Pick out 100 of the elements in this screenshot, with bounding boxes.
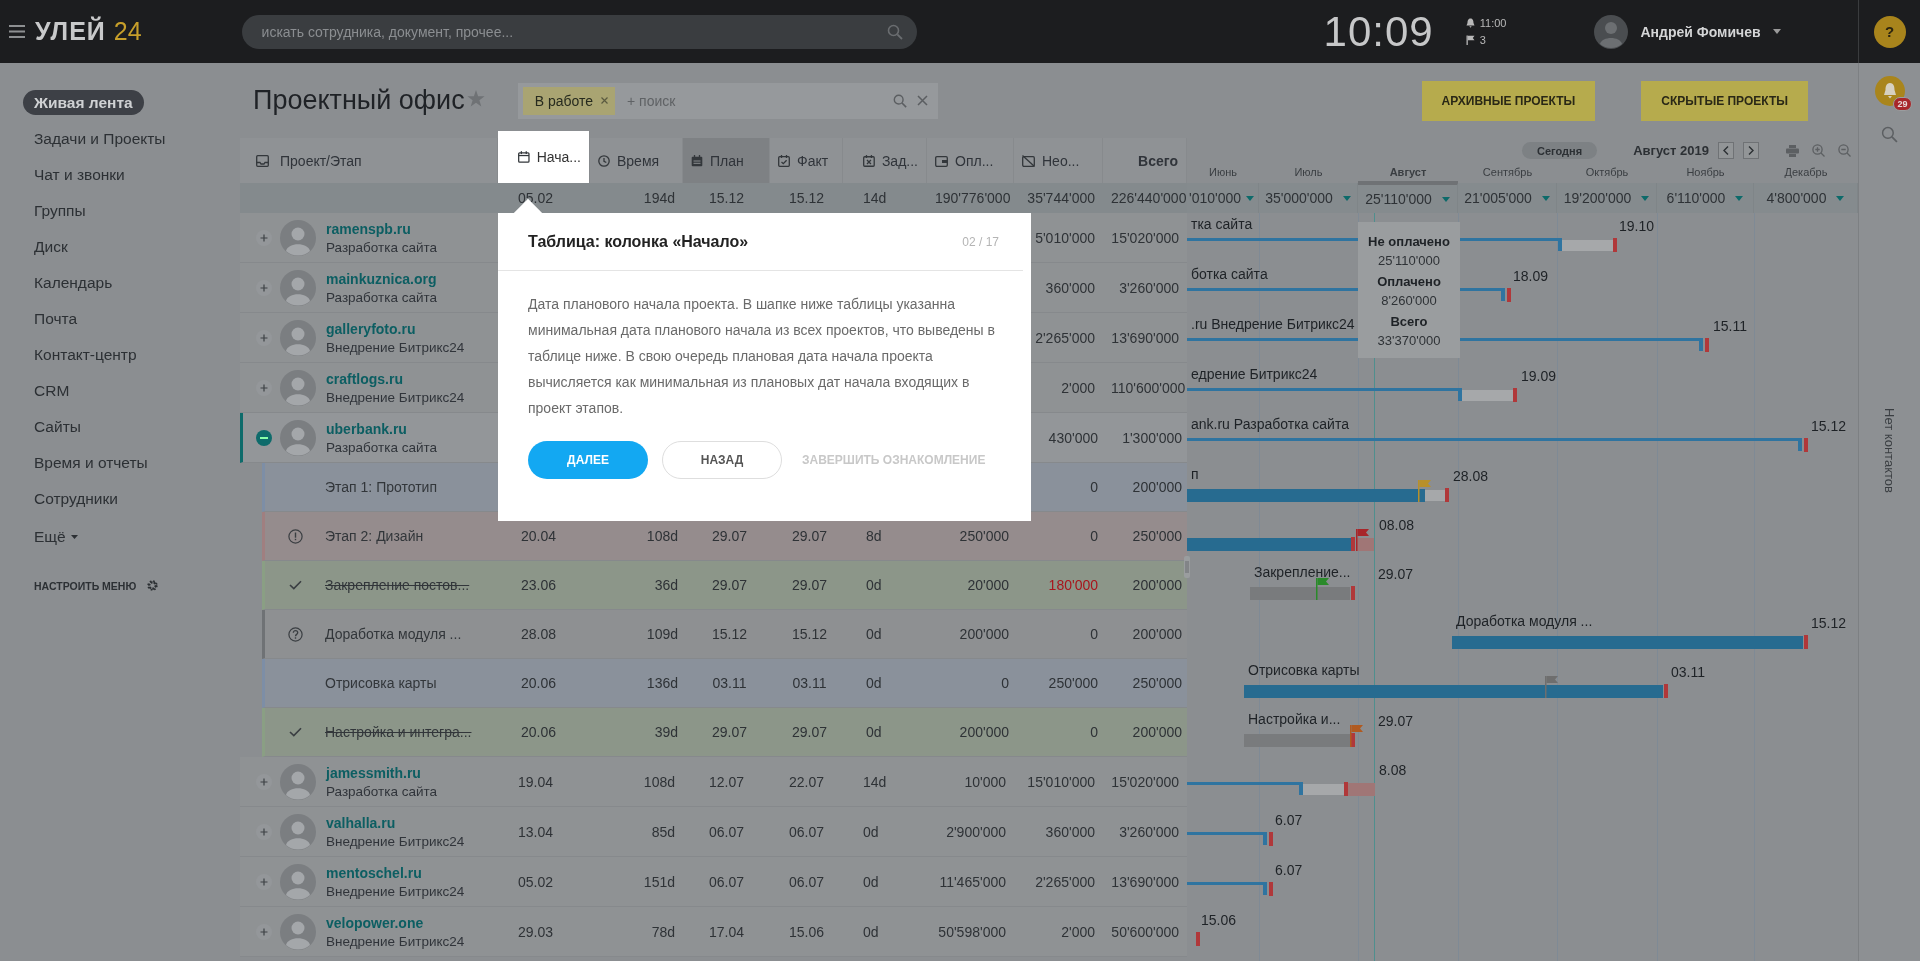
table-cell-text: 19.04	[517, 773, 555, 790]
logo-text[interactable]: УЛЕЙ	[35, 17, 106, 46]
project-link[interactable]: mentoschel.ru	[326, 864, 465, 881]
expand-icon[interactable]	[256, 279, 272, 296]
total-cell-text: 35'744'000	[1026, 190, 1096, 206]
help-button[interactable]: ?	[1873, 15, 1906, 48]
expand-icon[interactable]	[256, 229, 272, 246]
zoom-out-icon[interactable]	[1837, 144, 1851, 157]
month-total-dropdown[interactable]: 19'200'000	[1557, 183, 1657, 213]
expand-icon[interactable]	[256, 379, 272, 396]
table-cell-text: 05.02	[517, 873, 555, 890]
caret-icon	[1246, 195, 1255, 201]
next-button[interactable]	[1742, 142, 1759, 159]
month-label[interactable]: Ноябрь	[1657, 163, 1754, 183]
sidebar-item[interactable]: CRM	[0, 373, 70, 409]
search-icon[interactable]	[892, 93, 907, 108]
sidebar-item[interactable]: Сотрудники	[0, 481, 118, 517]
overdue-bar	[1348, 783, 1375, 796]
menu-icon[interactable]	[9, 25, 25, 38]
stage-link[interactable]: Закрепление постов...	[325, 577, 470, 593]
stage-link[interactable]: Этап 2: Дизайн	[325, 528, 424, 544]
table-cell-text: 20.06	[520, 675, 558, 691]
today-button[interactable]: Сегодня	[1522, 142, 1598, 159]
splitter-handle-icon[interactable]	[1184, 556, 1190, 578]
user-menu[interactable]: Андрей Фомичев	[1588, 10, 1787, 53]
table-cell-text: 5'010'000	[1034, 229, 1096, 246]
remove-icon[interactable]	[601, 97, 608, 104]
zoom-in-icon[interactable]	[1811, 144, 1825, 157]
table-cell-text: 200'000	[1131, 626, 1183, 642]
project-link[interactable]: uberbank.ru	[326, 420, 438, 437]
project-link[interactable]: valhalla.ru	[326, 814, 465, 831]
more-menu[interactable]: Ещё	[0, 519, 78, 555]
expand-icon[interactable]	[256, 823, 272, 840]
next-button[interactable]: ДАЛЕЕ	[528, 441, 648, 479]
table-cell-text: 11'465'000	[938, 873, 1007, 890]
project-link[interactable]: velopower.one	[326, 914, 465, 931]
project-link[interactable]: jamessmith.ru	[326, 764, 438, 781]
project-filter-button[interactable]: СКРЫТЫЕ ПРОЕКТЫ	[1641, 80, 1808, 121]
month-total-dropdown[interactable]: 21'005'000	[1458, 183, 1557, 213]
month-label[interactable]: Сентябрь	[1458, 163, 1557, 183]
search-icon[interactable]	[1881, 126, 1898, 143]
table-cell-text: 15.12	[790, 626, 828, 642]
print-icon[interactable]	[1785, 144, 1799, 157]
settings-icon[interactable]	[146, 579, 160, 592]
logo-number[interactable]: 24	[113, 17, 142, 46]
month-total-dropdown[interactable]: 25'110'000	[1358, 183, 1458, 213]
sidebar-item[interactable]: Живая лента	[23, 90, 144, 115]
gantt-date: 28.08	[1453, 468, 1489, 484]
expand-icon[interactable]	[256, 773, 272, 790]
filter-tag[interactable]: В работе	[522, 86, 615, 115]
month-label[interactable]: Август	[1358, 163, 1458, 183]
gantt-date: 15.12	[1811, 615, 1847, 631]
project-type: Внедрение Битрикс24	[326, 883, 465, 899]
month-total-dropdown[interactable]: 35'000'000	[1259, 183, 1358, 213]
table-cell-text: 13'690'000	[1110, 329, 1180, 346]
sidebar-item[interactable]: Диск	[0, 229, 68, 265]
stage-link[interactable]: Этап 1: Прототип	[325, 479, 437, 495]
project-link[interactable]: mainkuznica.org	[326, 270, 438, 287]
sidebar-item[interactable]: Время и отчеты	[0, 445, 148, 481]
project-link[interactable]: galleryfoto.ru	[326, 320, 465, 337]
column-header[interactable]: Нача...	[498, 131, 590, 183]
month-total-dropdown[interactable]: 6'110'000	[1657, 183, 1754, 213]
sidebar-item[interactable]: Календарь	[0, 265, 113, 301]
collapse-icon[interactable]	[256, 429, 272, 446]
previous-button[interactable]	[1717, 142, 1734, 159]
configure-menu-link[interactable]: НАСТРОИТЬ МЕНЮ	[34, 579, 137, 592]
bell-icon[interactable]	[1874, 76, 1905, 106]
flag-count[interactable]: 3	[1479, 34, 1486, 46]
stage-link[interactable]: Отрисовка карты	[325, 675, 437, 691]
search-field[interactable]: искать сотрудника, документ, прочее...	[241, 14, 917, 49]
expand-icon[interactable]	[256, 873, 272, 890]
close-icon[interactable]	[916, 95, 928, 106]
project-link[interactable]: ramenspb.ru	[326, 220, 438, 237]
flag-icon[interactable]	[1465, 35, 1475, 45]
stage-link[interactable]: Настройка и интегра...	[325, 724, 472, 740]
project-type: Разработка сайта	[326, 239, 438, 255]
month-label[interactable]: Декабрь	[1754, 163, 1858, 183]
project-filter-button[interactable]: АРХИВНЫЕ ПРОЕКТЫ	[1421, 80, 1596, 121]
search-icon[interactable]	[886, 23, 903, 40]
sidebar-item[interactable]: Задачи и Проекты	[0, 121, 166, 157]
month-total-dropdown[interactable]: '010'000	[1187, 183, 1259, 213]
project-link[interactable]: craftlogs.ru	[326, 370, 465, 387]
expand-icon[interactable]	[256, 923, 272, 940]
sidebar-item[interactable]: Чат и звонки	[0, 157, 125, 193]
star-icon[interactable]	[466, 90, 485, 107]
event-time[interactable]: 11:00	[1479, 17, 1507, 29]
sidebar-item[interactable]: Почта	[0, 301, 78, 337]
expand-icon[interactable]	[256, 329, 272, 346]
bell-icon[interactable]	[1465, 18, 1475, 28]
month-label[interactable]: Июнь	[1187, 163, 1259, 183]
stage-link[interactable]: Доработка модуля ...	[325, 626, 462, 642]
table-cell-text: 29.07	[710, 724, 748, 740]
sidebar-item[interactable]: Группы	[0, 193, 86, 229]
back-button[interactable]: НАЗАД	[662, 441, 782, 479]
table-cell-text: 136d	[645, 675, 679, 691]
month-label[interactable]: Июль	[1259, 163, 1358, 183]
column-header[interactable]: План	[683, 138, 770, 183]
sidebar-item[interactable]: Сайты	[0, 409, 81, 445]
month-label[interactable]: Октябрь	[1557, 163, 1657, 183]
sidebar-item[interactable]: Контакт-центр	[0, 337, 137, 373]
